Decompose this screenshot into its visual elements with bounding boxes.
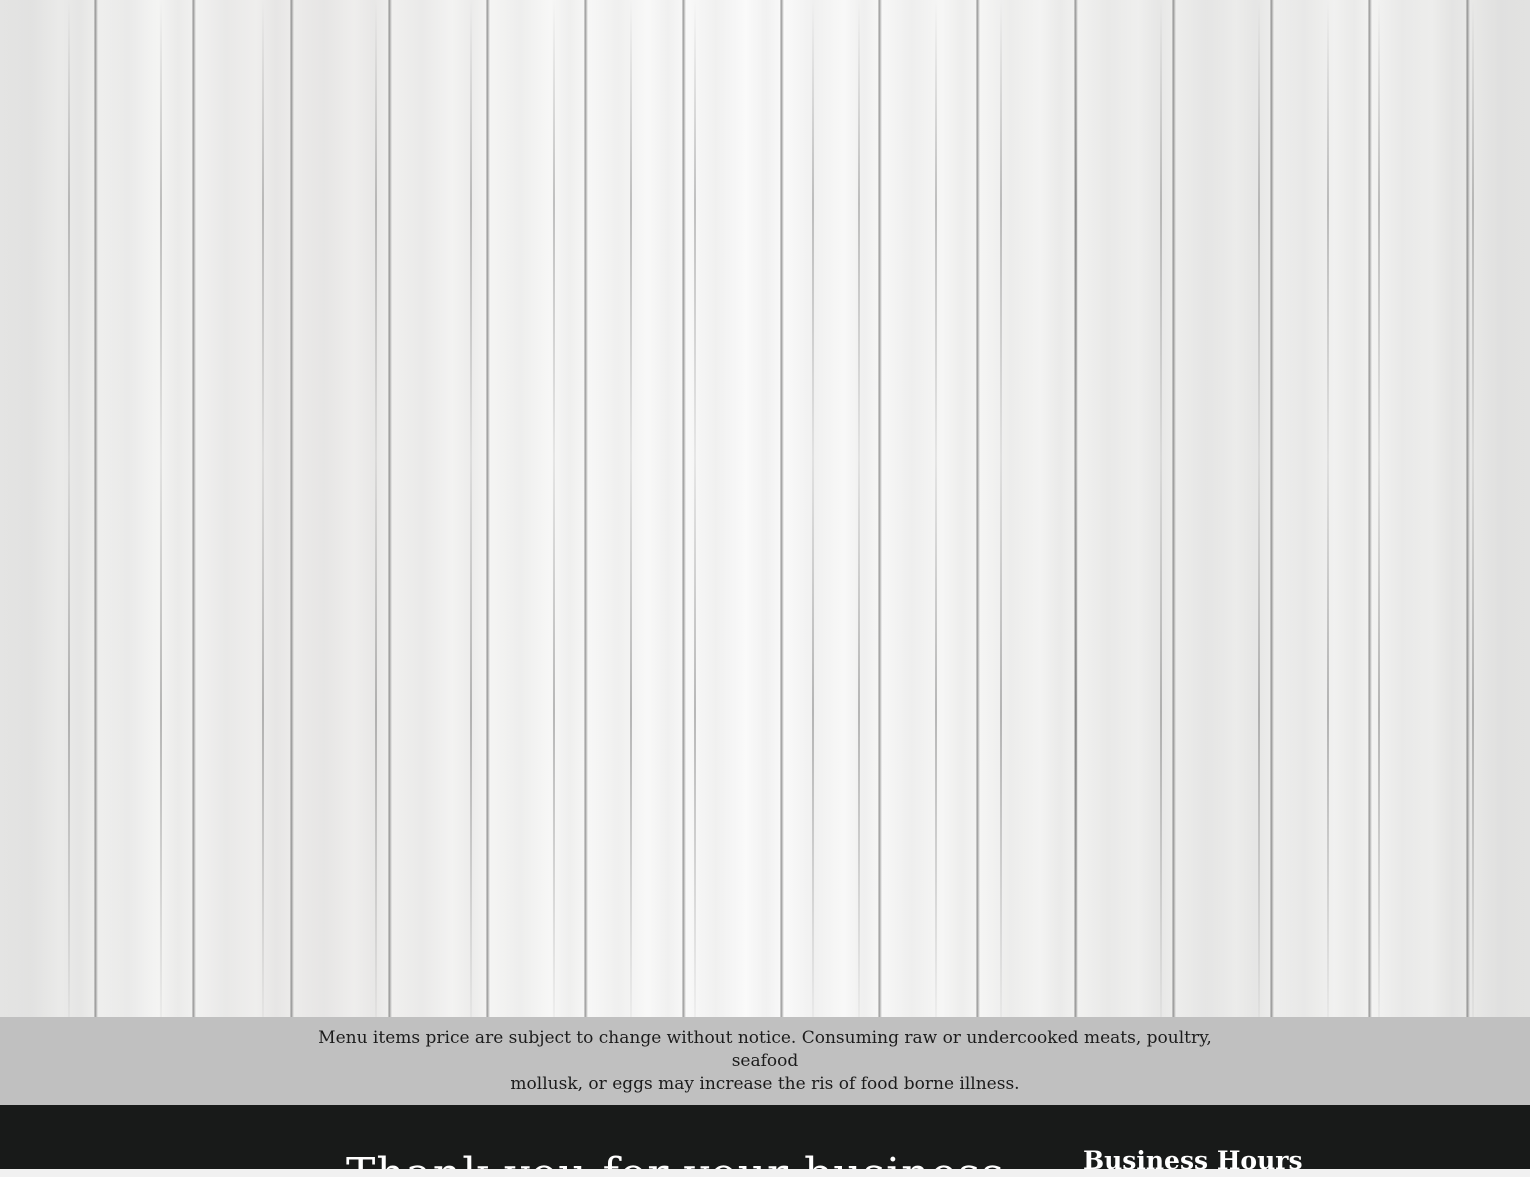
- footer: Thank you for your business Business Hou…: [0, 1105, 1530, 1177]
- page-bottom-edge: [0, 1169, 1530, 1177]
- disclaimer-line-1: Menu items price are subject to change w…: [318, 1027, 1212, 1071]
- disclaimer-band: Menu items price are subject to change w…: [0, 1017, 1530, 1105]
- wood-plank-background: [0, 0, 1530, 1017]
- disclaimer-text: Menu items price are subject to change w…: [305, 1027, 1225, 1096]
- page: Menu items price are subject to change w…: [0, 0, 1530, 1177]
- disclaimer-line-2: mollusk, or eggs may increase the ris of…: [510, 1073, 1020, 1094]
